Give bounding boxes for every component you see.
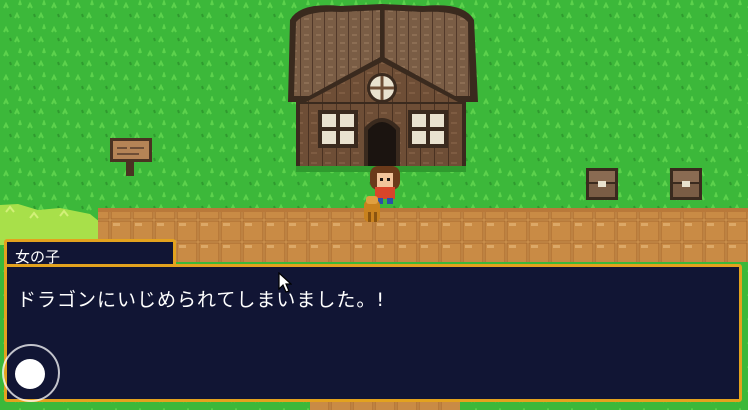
treasure-chest xyxy=(586,168,618,200)
treasure-chest xyxy=(670,168,702,200)
dialog-message: ドラゴンにいじめられてしまいました。! xyxy=(17,289,386,311)
mouse-pointer-icon xyxy=(278,272,292,293)
wooden-house xyxy=(288,4,478,172)
dirt-path xyxy=(98,210,748,262)
joystick-knob[interactable] xyxy=(15,359,45,389)
dog-character xyxy=(364,196,380,222)
dialog-box[interactable]: ドラゴンにいじめられてしまいました。! xyxy=(4,264,742,402)
